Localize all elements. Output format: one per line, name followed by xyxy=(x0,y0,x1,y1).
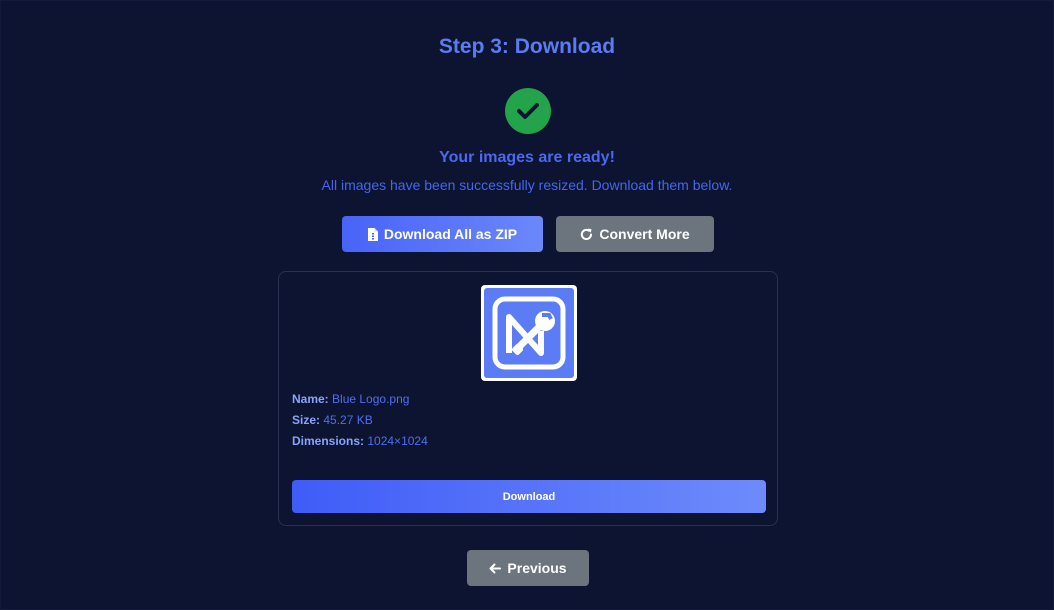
status-heading: Your images are ready! xyxy=(439,149,615,166)
file-size-value: 45.27 KB xyxy=(323,413,373,427)
download-file-button[interactable]: Download xyxy=(292,480,766,513)
image-thumbnail xyxy=(481,285,577,381)
redo-icon xyxy=(580,228,593,241)
file-name-value: Blue Logo.png xyxy=(332,392,410,406)
success-check-badge xyxy=(505,88,551,134)
convert-more-label: Convert More xyxy=(599,226,690,242)
download-step-page: Step 3: Download Your images are ready! … xyxy=(0,0,1054,610)
file-card: Name: Blue Logo.png Size: 45.27 KB Dimen… xyxy=(278,271,778,526)
arrow-left-icon xyxy=(489,563,502,574)
file-name-label: Name: xyxy=(292,392,329,406)
tools-logo-icon xyxy=(489,293,569,373)
convert-more-button[interactable]: Convert More xyxy=(556,216,714,252)
previous-button[interactable]: Previous xyxy=(467,550,589,586)
status-message: All images have been successfully resize… xyxy=(321,177,733,193)
file-dimensions-row: Dimensions: 1024×1024 xyxy=(292,434,428,448)
page-title: Step 3: Download xyxy=(438,35,616,58)
file-zip-icon xyxy=(367,227,378,241)
check-icon xyxy=(517,102,539,120)
download-all-zip-label: Download All as ZIP xyxy=(383,226,518,242)
previous-label: Previous xyxy=(507,560,567,576)
file-dimensions-value: 1024×1024 xyxy=(367,434,428,448)
file-dimensions-label: Dimensions: xyxy=(292,434,365,448)
file-name-row: Name: Blue Logo.png xyxy=(292,392,409,406)
file-size-label: Size: xyxy=(292,413,321,427)
file-size-row: Size: 45.27 KB xyxy=(292,413,373,427)
download-all-zip-button[interactable]: Download All as ZIP xyxy=(342,216,543,252)
